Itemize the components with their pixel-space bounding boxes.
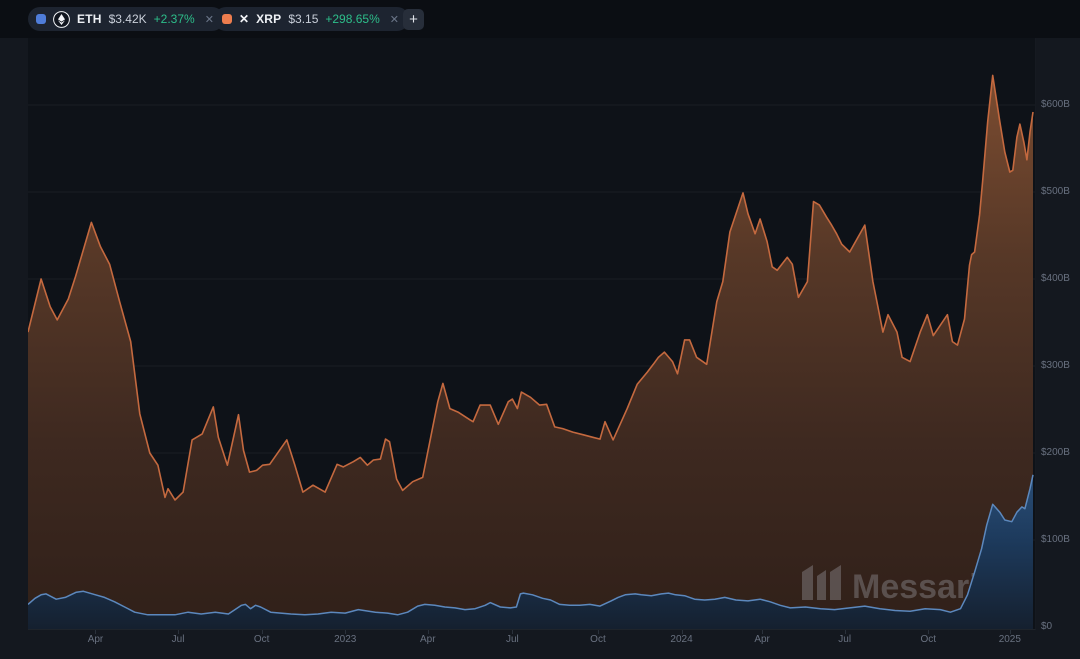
y-tick-$0: $0 <box>1041 621 1052 632</box>
eth-remove-icon[interactable]: ✕ <box>205 13 214 26</box>
x-tick-Oct: Oct <box>254 634 270 645</box>
x-tick-Apr: Apr <box>88 634 104 645</box>
xrp-remove-icon[interactable]: ✕ <box>390 13 399 26</box>
x-tick-2023: 2023 <box>334 634 356 645</box>
x-tick-Oct: Oct <box>590 634 606 645</box>
x-tick-Jul: Jul <box>506 634 519 645</box>
eth-logo-icon <box>53 11 70 28</box>
eth-ticker-label: ETH <box>77 12 102 26</box>
xrp-color-swatch <box>222 14 232 24</box>
add-asset-button[interactable]: + <box>403 9 424 30</box>
y-tick-$300B: $300B <box>1041 360 1070 371</box>
y-tick-$600B: $600B <box>1041 99 1070 110</box>
series-pill-eth[interactable]: ETH $3.42K +2.37% ✕ <box>28 7 224 31</box>
stacked-area-chart: Messari <box>28 38 1035 629</box>
eth-color-swatch <box>36 14 46 24</box>
messari-chart-app: ETH $3.42K +2.37% ✕ ✕ XRP $3.15 +298.65%… <box>0 0 1080 659</box>
xrp-change-percent: +298.65% <box>325 12 379 26</box>
x-tick-2024: 2024 <box>670 634 692 645</box>
xrp-logo-icon: ✕ <box>239 12 249 26</box>
xrp-price: $3.15 <box>288 12 318 26</box>
y-tick-$100B: $100B <box>1041 534 1070 545</box>
x-tick-Apr: Apr <box>420 634 436 645</box>
messari-watermark-text: Messari <box>852 568 979 606</box>
x-tick-Apr: Apr <box>754 634 770 645</box>
x-tick-Oct: Oct <box>920 634 936 645</box>
x-tick-2025: 2025 <box>999 634 1021 645</box>
chart-plot-area[interactable]: Messari <box>28 38 1036 630</box>
x-tick-Jul: Jul <box>172 634 185 645</box>
chart-toolbar: ETH $3.42K +2.37% ✕ ✕ XRP $3.15 +298.65%… <box>0 0 1080 38</box>
y-tick-$500B: $500B <box>1041 186 1070 197</box>
series-pill-xrp[interactable]: ✕ XRP $3.15 +298.65% ✕ <box>214 7 409 31</box>
eth-area-fill <box>28 75 1033 629</box>
eth-price: $3.42K <box>109 12 147 26</box>
y-tick-$200B: $200B <box>1041 447 1070 458</box>
eth-change-percent: +2.37% <box>154 12 195 26</box>
y-tick-$400B: $400B <box>1041 273 1070 284</box>
xrp-ticker-label: XRP <box>256 12 281 26</box>
x-tick-Jul: Jul <box>838 634 851 645</box>
